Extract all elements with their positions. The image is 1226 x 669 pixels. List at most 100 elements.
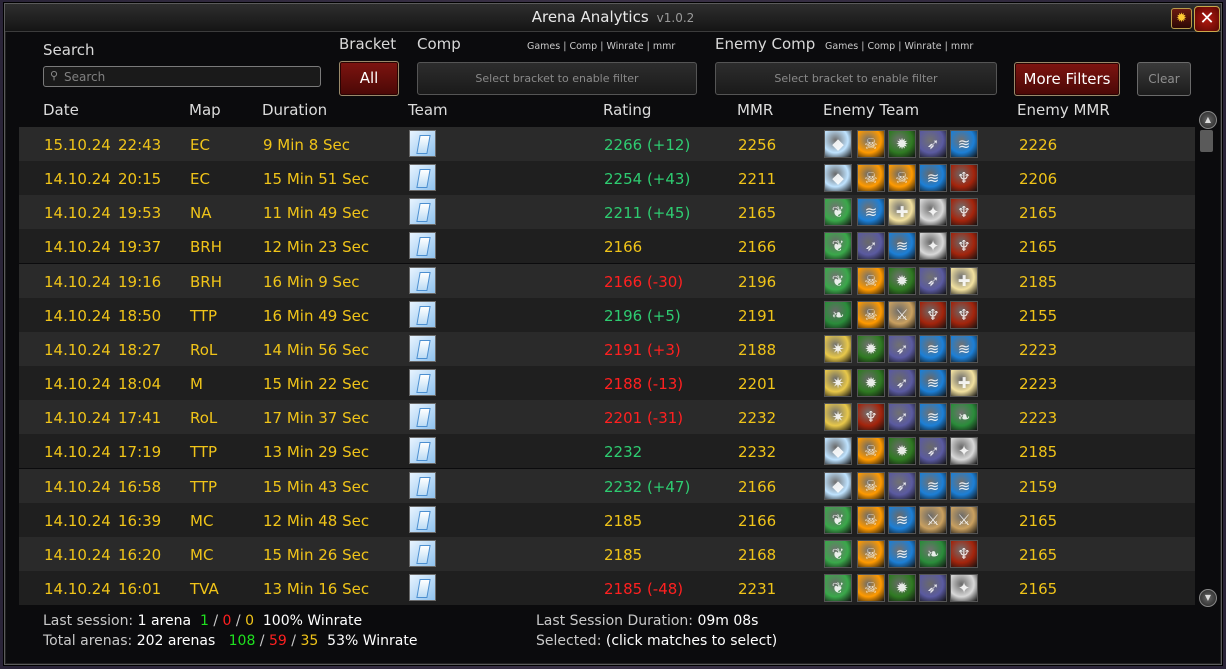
date-cell: 14.10.24: [44, 272, 111, 291]
date-cell: 15.10.24: [44, 136, 111, 154]
clear-button[interactable]: Clear: [1137, 62, 1191, 96]
scroll-up-icon[interactable]: ▲: [1199, 111, 1217, 129]
hunter-class-icon: ➶: [888, 471, 916, 500]
date-cell: 14.10.24: [44, 375, 111, 394]
comp-filter-dropdown[interactable]: Select bracket to enable filter: [417, 62, 697, 95]
settings-gear-icon[interactable]: ✹: [1171, 8, 1192, 29]
time-cell: 18:50: [118, 306, 162, 325]
map-cell: M: [190, 375, 203, 394]
priest-class-icon: ✷: [824, 334, 852, 363]
mmr-cell: 2166: [738, 511, 777, 530]
map-cell: MC: [190, 511, 214, 530]
paladin-class-icon: ✚: [888, 198, 916, 227]
enemy-mmr-cell: 2223: [1019, 340, 1058, 359]
rogue-class-icon: ✦: [950, 573, 978, 602]
time-cell: 18:27: [118, 340, 162, 359]
table-row[interactable]: 14.10.24 20:15 EC 15 Min 51 Sec 2254 (+43) 22…: [19, 161, 1195, 196]
enemy-mmr-cell: 2185: [1019, 272, 1058, 291]
team-mage-icon: [409, 471, 436, 499]
dk-class-icon: ✹: [857, 369, 885, 398]
search-input[interactable]: [64, 68, 314, 85]
table-row[interactable]: 14.10.24 19:53 NA 11 Min 49 Sec 2211 (+45) 21…: [19, 195, 1195, 230]
enemy-mmr-cell: 2223: [1019, 375, 1058, 394]
priest-class-icon: ✷: [824, 403, 852, 432]
time-cell: 16:58: [118, 477, 162, 496]
druid-class-icon: ❦: [824, 266, 852, 295]
bracket-select[interactable]: All: [339, 61, 399, 96]
enemy-comp-filter-dropdown[interactable]: Select bracket to enable filter: [715, 62, 997, 95]
team-mage-icon: [409, 573, 436, 601]
shaman-class-icon: ≋: [888, 232, 916, 261]
table-row[interactable]: 14.10.24 18:27 RoL 14 Min 56 Sec 2191 (+3) 21…: [19, 331, 1195, 366]
table-row[interactable]: 14.10.24 19:16 BRH 16 Min 9 Sec 2166 (-30) 21…: [19, 263, 1195, 298]
col-team[interactable]: Team: [408, 101, 448, 119]
evoker-class-icon: ❧: [824, 300, 852, 329]
enemy-mmr-cell: 2159: [1019, 477, 1058, 496]
duration-cell: 13 Min 29 Sec: [263, 443, 370, 462]
table-row[interactable]: 14.10.24 16:58 TTP 15 Min 43 Sec 2232 (+47) 2…: [19, 468, 1195, 503]
col-enemy-mmr[interactable]: Enemy MMR: [1017, 101, 1110, 119]
table-row[interactable]: 14.10.24 19:37 BRH 12 Min 23 Sec 2166 2166 216…: [19, 229, 1195, 264]
team-mage-icon: [409, 130, 436, 157]
table-row[interactable]: 14.10.24 18:50 TTP 16 Min 49 Sec 2196 (+5) 21…: [19, 297, 1195, 332]
shaman-class-icon: ≋: [950, 130, 978, 158]
table-row[interactable]: 15.10.24 22:43 EC 9 Min 8 Sec 2266 (+12) 2256…: [19, 127, 1195, 161]
evoker-class-icon: ❧: [950, 403, 978, 432]
druid-class-icon: ❦: [824, 573, 852, 602]
map-cell: RoL: [190, 340, 218, 359]
dk-class-icon: ✹: [888, 437, 916, 466]
enemy-mmr-cell: 2155: [1019, 306, 1058, 325]
paladin-class-icon: ✚: [950, 266, 978, 295]
date-cell: 14.10.24: [44, 477, 111, 496]
shaman-class-icon: ≋: [919, 334, 947, 363]
rogue-class-icon: ✦: [950, 437, 978, 466]
col-mmr[interactable]: MMR: [737, 101, 773, 119]
date-cell: 14.10.24: [44, 306, 111, 325]
time-cell: 18:04: [118, 375, 162, 394]
team-mage-icon: [409, 437, 436, 465]
more-filters-button[interactable]: More Filters: [1014, 62, 1120, 96]
scroll-thumb[interactable]: [1200, 130, 1213, 152]
table-row[interactable]: 14.10.24 17:41 RoL 17 Min 37 Sec 2201 (-31) 2…: [19, 400, 1195, 435]
map-cell: EC: [190, 136, 210, 154]
team-mage-icon: [409, 198, 436, 226]
search-box[interactable]: ⚲: [43, 66, 321, 87]
dh-class-icon: ♆: [950, 198, 978, 227]
col-duration[interactable]: Duration: [262, 101, 327, 119]
map-cell: TTP: [190, 443, 218, 462]
time-cell: 19:37: [118, 238, 162, 257]
col-enemy-team[interactable]: Enemy Team: [823, 101, 919, 119]
time-cell: 19:16: [118, 272, 162, 291]
mmr-cell: 2188: [738, 340, 777, 359]
table-row[interactable]: 14.10.24 18:04 M 15 Min 22 Sec 2188 (-13) 220…: [19, 366, 1195, 401]
title-bar[interactable]: Arena Analytics v1.0.2 ✹ ✕: [5, 4, 1221, 32]
dh-class-icon: ♆: [950, 300, 978, 329]
col-map[interactable]: Map: [189, 101, 221, 119]
team-mage-icon: [409, 232, 436, 260]
druid-class-icon: ❦: [824, 539, 852, 568]
col-date[interactable]: Date: [43, 101, 79, 119]
scrollbar[interactable]: ▲ ▼: [1197, 108, 1217, 607]
close-icon[interactable]: ✕: [1194, 6, 1220, 32]
shaman-class-icon: ≋: [857, 198, 885, 227]
warlock-class-icon: ☠: [857, 573, 885, 602]
map-cell: BRH: [190, 238, 222, 257]
date-cell: 14.10.24: [44, 579, 111, 598]
table-row[interactable]: 14.10.24 16:20 MC 15 Min 26 Sec 2185 2168 2165…: [19, 536, 1195, 571]
scroll-down-icon[interactable]: ▼: [1199, 589, 1217, 607]
date-cell: 14.10.24: [44, 443, 111, 462]
hunter-class-icon: ➶: [888, 334, 916, 363]
col-rating[interactable]: Rating: [603, 101, 651, 119]
map-cell: RoL: [190, 409, 218, 428]
date-cell: 14.10.24: [44, 545, 111, 564]
table-row[interactable]: 14.10.24 16:39 MC 12 Min 48 Sec 2185 2166 2165…: [19, 502, 1195, 537]
rogue-class-icon: ✦: [919, 232, 947, 261]
duration-cell: 12 Min 48 Sec: [263, 511, 370, 530]
dk-class-icon: ✹: [857, 334, 885, 363]
duration-cell: 15 Min 26 Sec: [263, 545, 370, 564]
table-row[interactable]: 14.10.24 16:01 TVA 13 Min 16 Sec 2185 (-48) 2…: [19, 570, 1195, 605]
mmr-cell: 2196: [738, 272, 777, 291]
table-row[interactable]: 14.10.24 17:19 TTP 13 Min 29 Sec 2232 2232 218…: [19, 434, 1195, 469]
warlock-class-icon: ☠: [857, 130, 885, 158]
dk-class-icon: ✹: [888, 573, 916, 602]
